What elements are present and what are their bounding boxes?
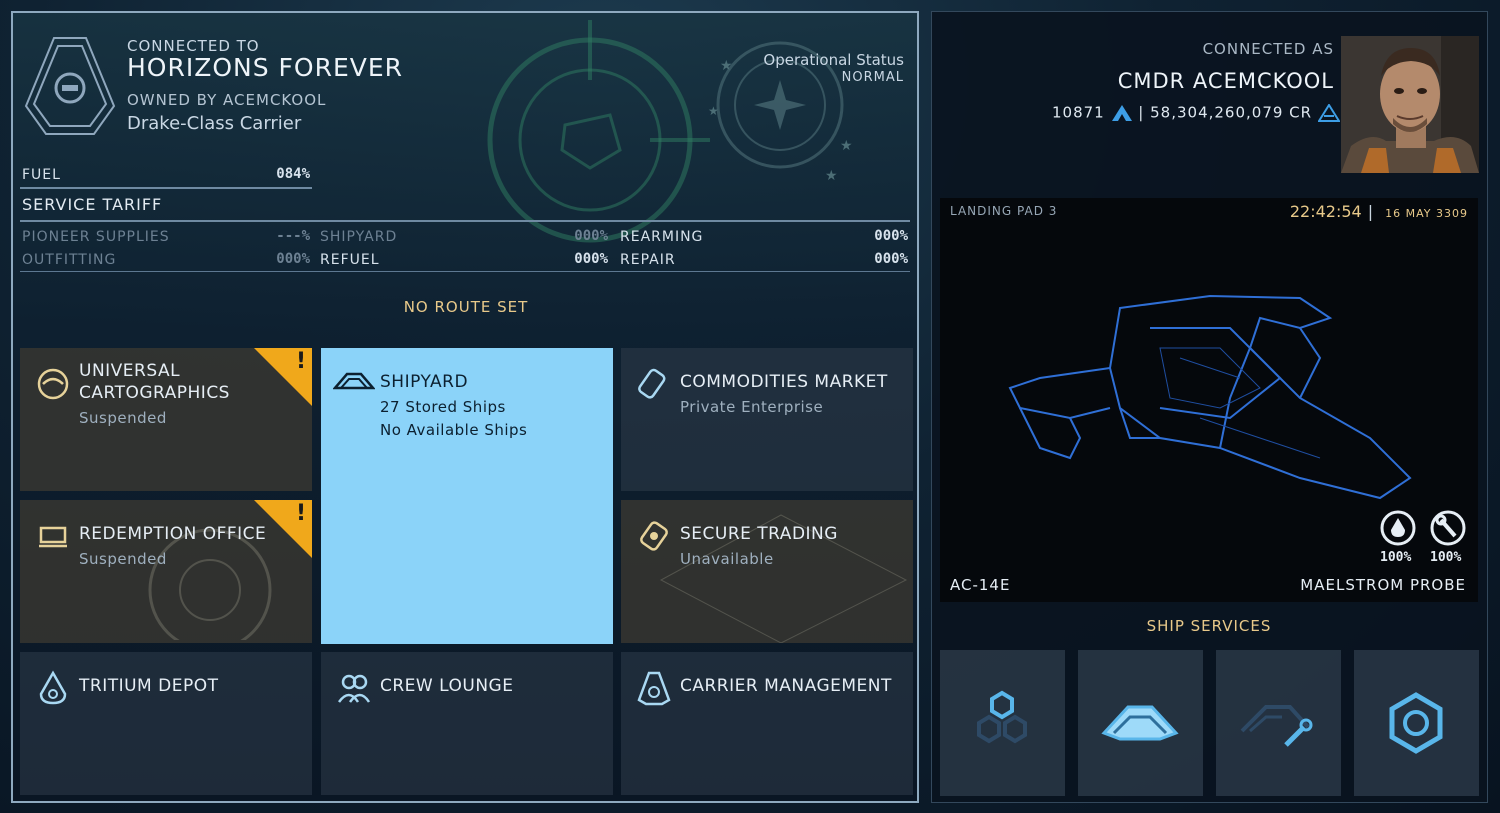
ship-services-title: SHIP SERVICES xyxy=(1146,617,1272,635)
fuel-divider xyxy=(20,187,312,189)
tile-crew-lounge[interactable]: CREW LOUNGE xyxy=(321,652,613,795)
svg-text:★: ★ xyxy=(825,168,838,184)
carrier-management-icon xyxy=(637,671,671,706)
hull-percent: 100% xyxy=(1430,550,1462,565)
tariff-repair-value: 000% xyxy=(874,251,908,267)
engineering-hex-icon xyxy=(977,690,1027,744)
tile-shipyard[interactable]: SHIPYARD 27 Stored Ships No Available Sh… xyxy=(321,348,613,644)
tile-title: COMMODITIES MARKET xyxy=(680,372,888,392)
stored-ships: 27 Stored Ships xyxy=(380,398,506,416)
tile-carrier-management[interactable]: CARRIER MANAGEMENT xyxy=(621,652,913,795)
service-tariff-title: SERVICE TARIFF xyxy=(22,195,163,214)
tariff-repair-label: REPAIR xyxy=(620,252,676,268)
tariff-divider xyxy=(20,220,910,222)
tile-tritium-depot[interactable]: TRITIUM DEPOT xyxy=(20,652,312,795)
tariff-shipyard-value: 000% xyxy=(574,228,608,244)
tariff-refuel-label: REFUEL xyxy=(320,252,380,268)
landing-pad-label: LANDING PAD 3 xyxy=(950,204,1058,218)
landing-pad-viewport: LANDING PAD 3 22:42:54 | 16 MAY 3309 100% … xyxy=(940,198,1478,602)
tariff-pioneer-value: ---% xyxy=(276,228,310,244)
tile-title: CARRIER MANAGEMENT xyxy=(680,676,892,696)
tile-redemption-office[interactable]: REDEMPTION OFFICE Suspended ! xyxy=(20,500,312,643)
credits-value: 58,304,260,079 CR xyxy=(1150,103,1313,122)
tritium-icon xyxy=(39,670,67,705)
commander-name: CMDR ACEMCKOOL xyxy=(1117,69,1334,93)
hangar-button[interactable] xyxy=(1078,650,1203,796)
commodities-icon xyxy=(638,368,666,399)
time-value: 22:42:54 xyxy=(1289,202,1362,221)
rank-value: 10871 xyxy=(1052,103,1105,122)
route-status: NO ROUTE SET xyxy=(403,298,529,316)
tile-commodities-market[interactable]: COMMODITIES MARKET Private Enterprise xyxy=(621,348,913,491)
tile-title: REDEMPTION OFFICE xyxy=(79,524,267,544)
tariff-outfitting-label: OUTFITTING xyxy=(22,252,117,268)
outfitting-icon xyxy=(1240,705,1313,747)
tile-status: Suspended xyxy=(79,550,167,568)
warning-icon: ! xyxy=(295,501,306,526)
fuel-label: FUEL xyxy=(22,167,61,183)
decorative-crosshair-icon xyxy=(487,20,710,243)
ship-name: MAELSTROM PROBE xyxy=(1300,576,1466,594)
commander-stats: 10871 | 58,304,260,079 CR xyxy=(1052,102,1341,122)
game-clock: 22:42:54 | 16 MAY 3309 xyxy=(1289,202,1468,221)
outfitting-button[interactable] xyxy=(1216,650,1341,796)
secure-trading-icon xyxy=(640,521,668,551)
tariff-pioneer-label: PIONEER SUPPLIES xyxy=(22,229,170,245)
operational-status-value: NORMAL xyxy=(841,70,904,85)
tile-status: Unavailable xyxy=(680,550,774,568)
hex-settings-icon xyxy=(1389,692,1443,754)
date-value: 16 MAY 3309 xyxy=(1385,207,1468,220)
tariff-bottom-divider xyxy=(20,271,910,272)
settings-button[interactable] xyxy=(1354,650,1479,796)
rank-icon xyxy=(1111,104,1132,121)
svg-text:★: ★ xyxy=(720,58,733,74)
available-ships: No Available Ships xyxy=(380,421,528,439)
cartographics-icon xyxy=(37,368,69,400)
crew-icon xyxy=(337,674,371,703)
tile-secure-trading[interactable]: SECURE TRADING Unavailable xyxy=(621,500,913,643)
redemption-icon xyxy=(39,526,67,548)
tile-title: TRITIUM DEPOT xyxy=(79,676,219,696)
warning-icon: ! xyxy=(295,349,306,374)
tile-title: SECURE TRADING xyxy=(680,524,838,544)
tariff-rearming-value: 000% xyxy=(874,228,908,244)
ship-id: AC-14E xyxy=(950,576,1011,594)
tariff-shipyard-label: SHIPYARD xyxy=(320,229,398,245)
svg-text:★: ★ xyxy=(840,138,853,154)
credits-icon xyxy=(1317,102,1341,122)
tariff-refuel-value: 000% xyxy=(574,251,608,267)
fuel-value: 084% xyxy=(276,166,310,182)
hangar-ship-icon xyxy=(1101,705,1179,741)
tariff-outfitting-value: 000% xyxy=(276,251,310,267)
commander-avatar xyxy=(1341,36,1479,173)
tile-universal-cartographics[interactable]: UNIVERSAL CARTOGRAPHICS Suspended ! xyxy=(20,348,312,491)
tile-title: SHIPYARD xyxy=(380,372,469,392)
tariff-rearming-label: REARMING xyxy=(620,229,704,245)
svg-text:★: ★ xyxy=(708,104,719,118)
carrier-name: HORIZONS FOREVER xyxy=(127,53,404,82)
wrench-icon xyxy=(1430,510,1466,546)
tile-status: Private Enterprise xyxy=(680,398,824,416)
fuel-drop-icon xyxy=(1380,510,1416,546)
connected-as-label: CONNECTED AS xyxy=(1202,40,1334,58)
fuel-percent: 100% xyxy=(1380,550,1412,565)
operational-status-label: Operational Status xyxy=(763,51,904,69)
tile-title: CREW LOUNGE xyxy=(380,676,514,696)
engineering-button[interactable] xyxy=(940,650,1065,796)
carrier-class: Drake-Class Carrier xyxy=(127,113,302,134)
carrier-emblem-icon xyxy=(24,37,116,135)
carrier-owner: OWNED BY ACEMCKOOL xyxy=(127,91,327,109)
ship-hologram-icon xyxy=(1008,294,1412,500)
tile-status: Suspended xyxy=(79,409,167,427)
shipyard-icon xyxy=(333,372,375,390)
